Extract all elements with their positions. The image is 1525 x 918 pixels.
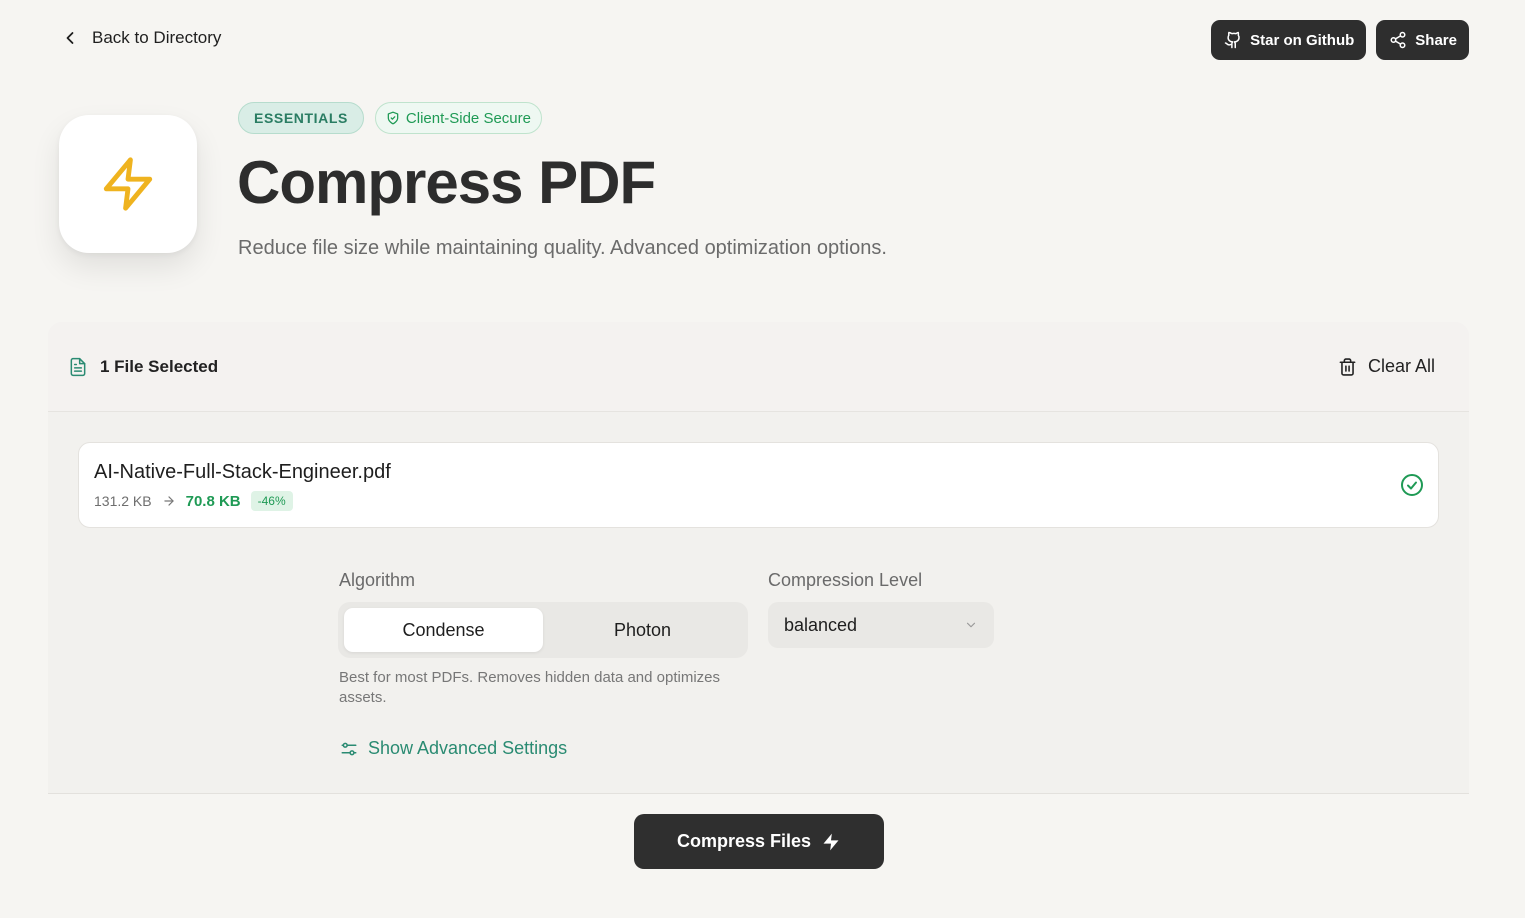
file-panel-header: 1 File Selected Clear All — [48, 322, 1469, 412]
files-selected-label: 1 File Selected — [100, 357, 219, 376]
compress-files-button[interactable]: Compress Files — [634, 814, 884, 869]
show-advanced-settings-button[interactable]: Show Advanced Settings — [340, 738, 567, 759]
file-name: AI-Native-Full-Stack-Engineer.pdf — [94, 461, 391, 483]
algorithm-description: Best for most PDFs. Removes hidden data … — [339, 669, 721, 706]
algorithm-option-photon[interactable]: Photon — [543, 608, 742, 652]
file-panel: 1 File Selected Clear All AI-Native-Full… — [48, 322, 1469, 794]
file-text-icon — [68, 356, 88, 378]
file-card: AI-Native-Full-Stack-Engineer.pdf 131.2 … — [78, 442, 1439, 528]
shield-check-icon — [386, 111, 400, 125]
divider — [48, 793, 1469, 794]
chevron-down-icon — [964, 618, 978, 632]
lightning-bolt-icon — [99, 155, 157, 213]
secure-badge: Client-Side Secure — [374, 102, 542, 134]
files-selected: 1 File Selected — [68, 356, 218, 378]
clear-all-label: Clear All — [1367, 356, 1435, 376]
back-to-directory-link[interactable]: Back to Directory — [62, 28, 221, 48]
tool-icon-tile — [59, 115, 197, 253]
chevron-left-icon — [62, 30, 78, 46]
compression-level-value: balanced — [784, 614, 858, 635]
sliders-icon — [340, 740, 358, 758]
top-actions: Star on Github Share — [1211, 20, 1469, 60]
secure-badge-label: Client-Side Secure — [405, 109, 531, 127]
github-label: Star on Github — [1250, 31, 1355, 49]
algorithm-label: Algorithm — [339, 570, 416, 590]
category-badge: ESSENTIALS — [238, 102, 364, 134]
file-sizes: 131.2 KB 70.8 KB -46% — [94, 491, 293, 511]
compression-level-label: Compression Level — [768, 570, 923, 590]
original-size: 131.2 KB — [94, 493, 152, 509]
clear-all-button[interactable]: Clear All — [1338, 356, 1435, 377]
arrow-right-icon — [162, 494, 176, 508]
reduction-badge: -46% — [250, 491, 293, 511]
back-label: Back to Directory — [92, 28, 222, 47]
github-icon — [1224, 31, 1242, 49]
share-button[interactable]: Share — [1376, 20, 1469, 60]
star-on-github-button[interactable]: Star on Github — [1211, 20, 1367, 60]
zap-icon — [821, 832, 841, 852]
page-title: Compress PDF — [237, 149, 656, 216]
algorithm-toggle: Condense Photon — [338, 602, 748, 658]
trash-icon — [1338, 357, 1357, 377]
share-label: Share — [1415, 31, 1457, 49]
algorithm-option-condense[interactable]: Condense — [344, 608, 543, 652]
show-advanced-settings-label: Show Advanced Settings — [368, 738, 568, 758]
badges: ESSENTIALS Client-Side Secure — [238, 102, 542, 134]
compression-level-select[interactable]: balanced — [768, 602, 994, 648]
share-icon — [1389, 31, 1407, 49]
compressed-size: 70.8 KB — [185, 492, 241, 510]
compress-files-label: Compress Files — [676, 831, 812, 851]
check-circle-icon — [1400, 473, 1424, 497]
page-subtitle: Reduce file size while maintaining quali… — [238, 237, 887, 259]
